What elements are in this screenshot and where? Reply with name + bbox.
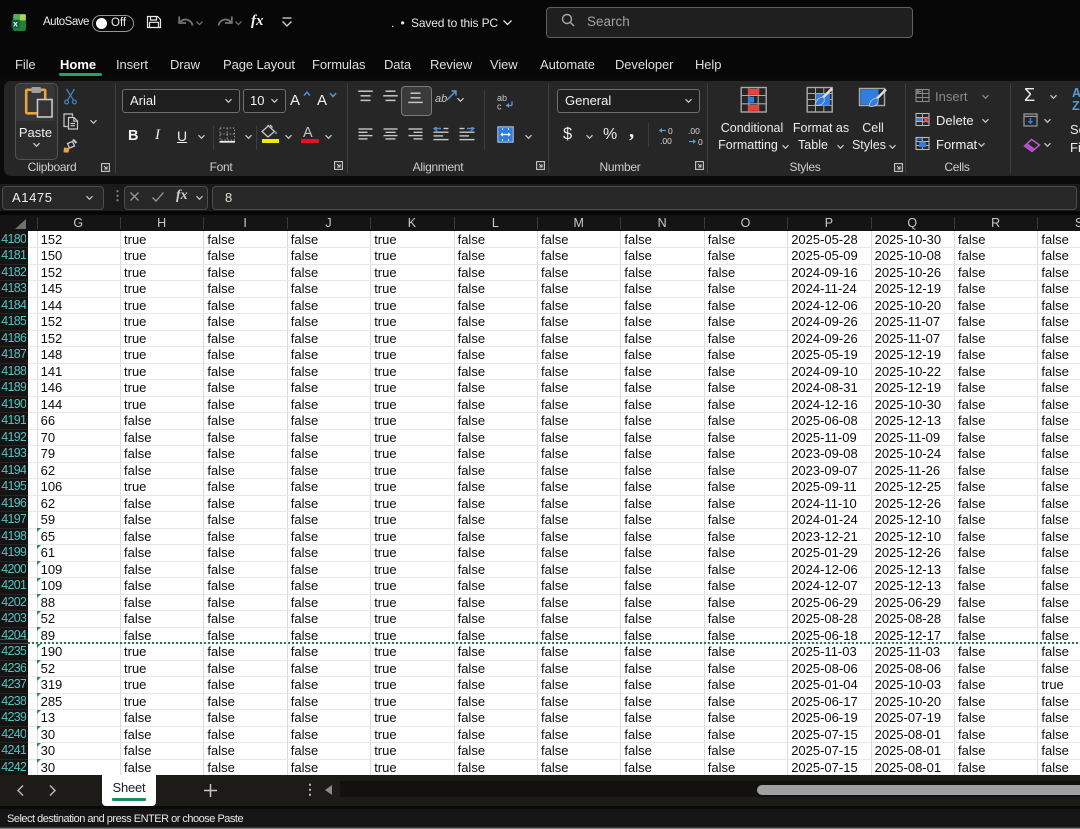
svg-text:x: x: [13, 19, 18, 29]
svg-text:0: 0: [668, 126, 673, 136]
svg-text:.00: .00: [660, 136, 672, 146]
svg-text:c: c: [497, 102, 502, 111]
